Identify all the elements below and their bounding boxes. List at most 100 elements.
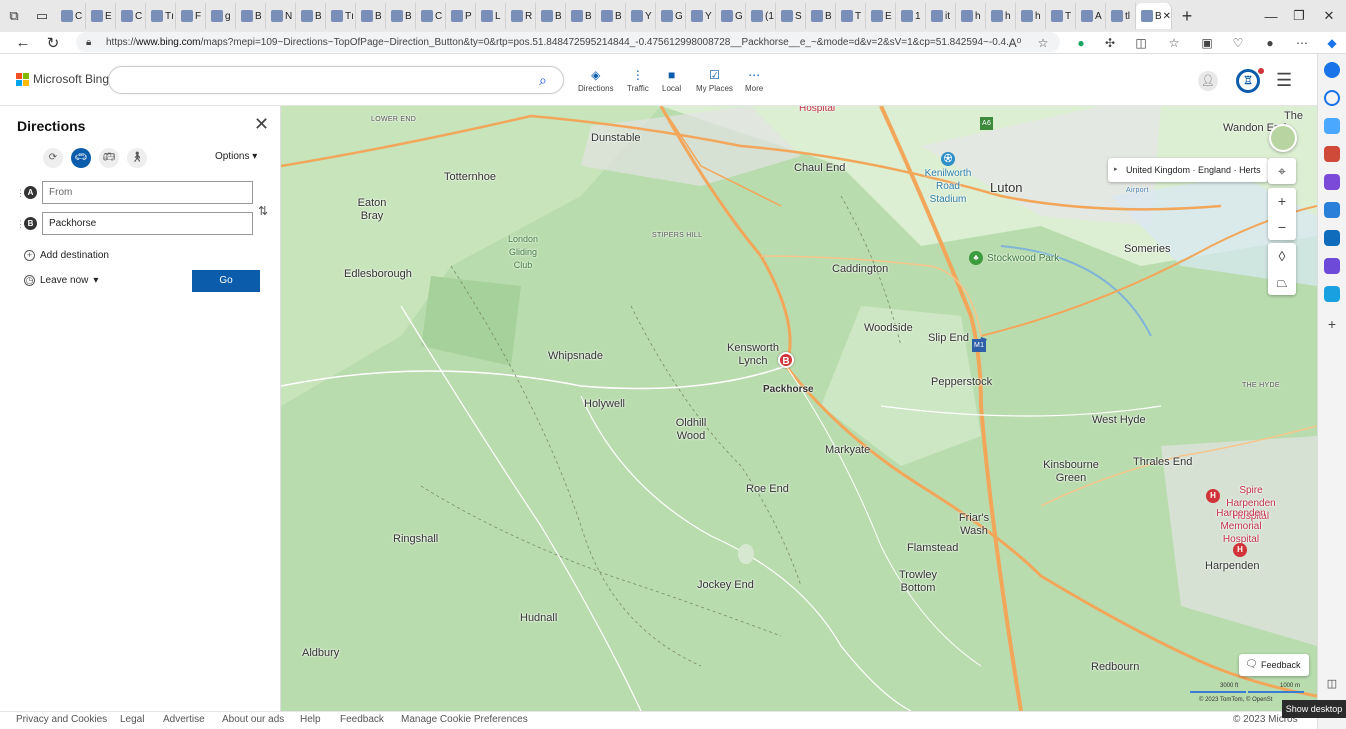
- walking-mode-icon[interactable]: 🚶︎: [127, 148, 147, 168]
- bing-logo[interactable]: Microsoft Bing: [16, 72, 109, 86]
- browser-tab[interactable]: Y: [626, 3, 656, 29]
- nav-my-places[interactable]: ☑ My Places: [696, 68, 733, 93]
- browser-tab[interactable]: N: [266, 3, 296, 29]
- collections-icon[interactable]: ▣: [1197, 34, 1217, 52]
- extensions-icon[interactable]: ✣: [1100, 34, 1120, 52]
- route-mode-any-icon[interactable]: ⟳: [43, 148, 63, 168]
- copilot-icon[interactable]: ◆: [1322, 34, 1342, 52]
- browser-tab[interactable]: L: [476, 3, 506, 29]
- microsoft365-icon[interactable]: [1324, 202, 1340, 218]
- footer-link[interactable]: About our ads: [222, 714, 284, 725]
- browser-tab[interactable]: C: [116, 3, 146, 29]
- browser-tab[interactable]: P: [446, 3, 476, 29]
- footer-link[interactable]: Help: [300, 714, 321, 725]
- browser-tab[interactable]: C: [416, 3, 446, 29]
- options-dropdown[interactable]: Options ▾: [215, 151, 257, 162]
- profile-icon[interactable]: ●: [1260, 34, 1280, 52]
- browser-tab[interactable]: Tı: [146, 3, 176, 29]
- footer-link[interactable]: Manage Cookie Preferences: [401, 714, 528, 725]
- compass-icon[interactable]: ◊: [1268, 243, 1296, 269]
- add-sidebar-icon[interactable]: +: [1324, 316, 1340, 332]
- zoom-in-button[interactable]: +: [1268, 188, 1296, 214]
- split-screen-icon[interactable]: ◫: [1131, 34, 1151, 52]
- destination-pin-b[interactable]: B: [778, 352, 794, 368]
- send-icon[interactable]: [1324, 286, 1340, 302]
- footer-link[interactable]: Advertise: [163, 714, 205, 725]
- workspaces-icon[interactable]: ⧉: [0, 0, 28, 32]
- browser-tab[interactable]: Y: [686, 3, 716, 29]
- from-input[interactable]: [42, 181, 253, 204]
- footer-link[interactable]: Feedback: [340, 714, 384, 725]
- browser-tab[interactable]: tl: [1106, 3, 1136, 29]
- stadium-icon[interactable]: ⚽︎: [941, 152, 955, 166]
- browser-tab[interactable]: B: [356, 3, 386, 29]
- hamburger-menu-icon[interactable]: ☰: [1276, 70, 1292, 91]
- locate-icon[interactable]: ⌖: [1268, 158, 1296, 184]
- go-button[interactable]: Go: [192, 270, 260, 292]
- footer-link[interactable]: Legal: [120, 714, 144, 725]
- browser-tab[interactable]: E: [866, 3, 896, 29]
- settings-more-icon[interactable]: ⋯: [1292, 34, 1312, 52]
- browser-tab[interactable]: B: [296, 3, 326, 29]
- footer-link[interactable]: Privacy and Cookies: [16, 714, 107, 725]
- browser-tab[interactable]: S: [776, 3, 806, 29]
- browser-tab[interactable]: B: [236, 3, 266, 29]
- read-aloud-icon[interactable]: A⁰: [1005, 34, 1025, 52]
- tab-actions-icon[interactable]: ▭: [28, 0, 56, 32]
- browser-tab[interactable]: B: [806, 3, 836, 29]
- notification-icon[interactable]: [1324, 62, 1340, 78]
- search-icon[interactable]: ⌕: [539, 72, 555, 88]
- grammarly-icon[interactable]: ●: [1071, 34, 1091, 52]
- browser-tab[interactable]: g: [206, 3, 236, 29]
- browser-tab[interactable]: Tı: [326, 3, 356, 29]
- map-feedback-button[interactable]: 🗨︎ Feedback: [1239, 654, 1309, 676]
- browser-tab[interactable]: B ✕: [1136, 3, 1172, 29]
- park-icon[interactable]: ♣︎: [969, 251, 983, 265]
- nav-traffic[interactable]: ⋮ Traffic: [627, 68, 649, 93]
- games-icon[interactable]: [1324, 174, 1340, 190]
- browser-tab[interactable]: T: [836, 3, 866, 29]
- browser-tab[interactable]: F: [176, 3, 206, 29]
- refresh-button[interactable]: ↻: [38, 34, 68, 52]
- url-field[interactable]: 🔒︎ https://www.bing.com/maps?mepi=109~Di…: [76, 32, 1060, 52]
- add-destination-button[interactable]: + Add destination: [24, 250, 109, 261]
- browser-essentials-icon[interactable]: ♡: [1228, 34, 1248, 52]
- browser-tab[interactable]: h: [956, 3, 986, 29]
- close-tab-icon[interactable]: ✕: [1163, 11, 1171, 22]
- nav-directions[interactable]: ◈ Directions: [578, 68, 614, 93]
- browser-tab[interactable]: h: [986, 3, 1016, 29]
- swap-waypoints-icon[interactable]: ⇅: [258, 204, 268, 218]
- map-canvas[interactable]: Hospital Dunstable LOWER END Totternhoe …: [281, 106, 1317, 711]
- zoom-out-button[interactable]: −: [1268, 214, 1296, 240]
- rewards-icon[interactable]: ♖: [1236, 69, 1260, 93]
- browser-tab[interactable]: B: [386, 3, 416, 29]
- new-tab-button[interactable]: +: [1172, 6, 1202, 27]
- search-box[interactable]: ⌕: [108, 66, 564, 94]
- browser-tab[interactable]: B: [536, 3, 566, 29]
- browser-tab[interactable]: C: [56, 3, 86, 29]
- browser-tab[interactable]: B: [596, 3, 626, 29]
- back-button[interactable]: ←: [8, 34, 38, 51]
- transit-mode-icon[interactable]: 🚌︎: [99, 148, 119, 168]
- favorite-star-icon[interactable]: ☆: [1033, 34, 1053, 52]
- hospital-icon[interactable]: H: [1233, 543, 1247, 557]
- close-icon[interactable]: ✕: [254, 114, 269, 135]
- browser-tab[interactable]: R: [506, 3, 536, 29]
- tools-icon[interactable]: [1324, 146, 1340, 162]
- outlook-icon[interactable]: [1324, 230, 1340, 246]
- shopping-icon[interactable]: [1324, 118, 1340, 134]
- nav-more[interactable]: ⋯ More: [745, 68, 763, 93]
- browser-tab[interactable]: B: [566, 3, 596, 29]
- browser-tab[interactable]: (1: [746, 3, 776, 29]
- browser-tab[interactable]: A: [1076, 3, 1106, 29]
- browser-tab[interactable]: G: [716, 3, 746, 29]
- favorites-icon[interactable]: ☆: [1164, 34, 1184, 52]
- browser-tab[interactable]: G: [656, 3, 686, 29]
- search-sidebar-icon[interactable]: [1324, 90, 1340, 106]
- locate-me-control[interactable]: ⌖: [1268, 158, 1296, 184]
- designer-icon[interactable]: [1324, 258, 1340, 274]
- driving-mode-icon[interactable]: 🚗︎: [71, 148, 91, 168]
- hospital-icon[interactable]: H: [1206, 489, 1220, 503]
- tilt-icon[interactable]: ⏢: [1268, 269, 1296, 295]
- to-input[interactable]: [42, 212, 253, 235]
